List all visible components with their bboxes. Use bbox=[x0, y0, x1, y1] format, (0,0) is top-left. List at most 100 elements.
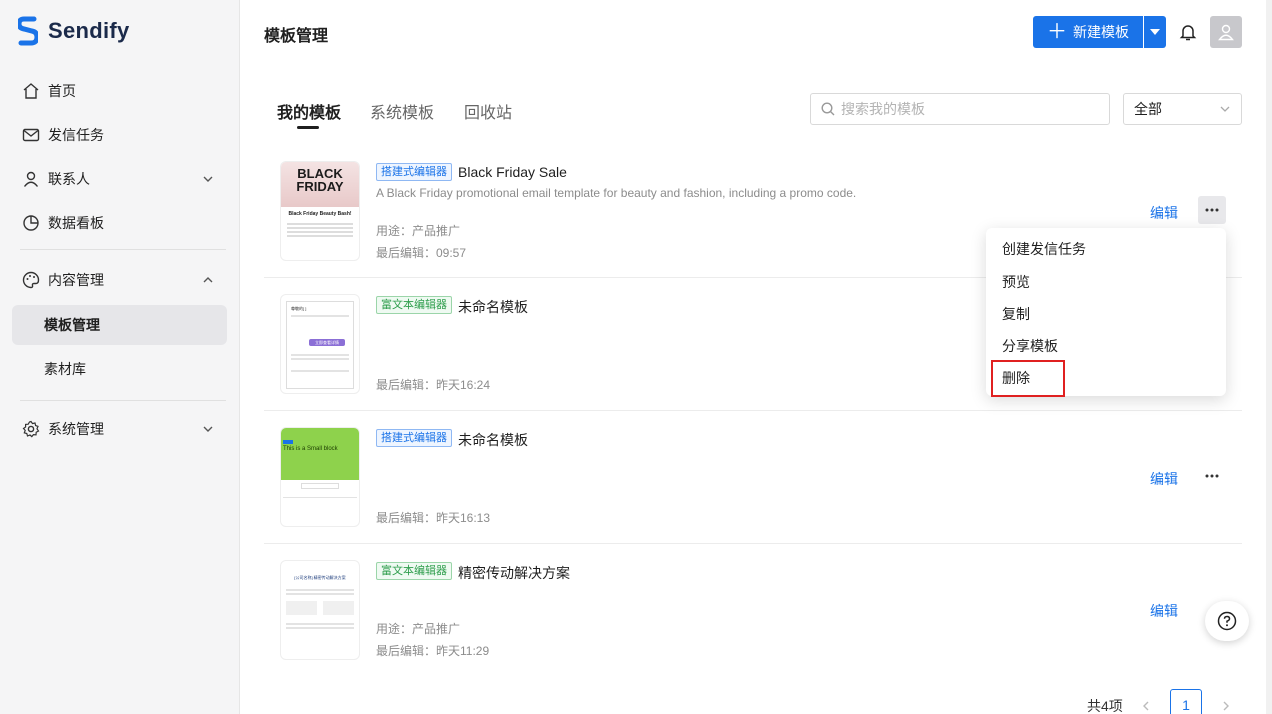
thumb-line bbox=[287, 231, 353, 233]
sidebar-item-system[interactable]: 系统管理 bbox=[12, 409, 227, 449]
menu-item-copy[interactable]: 复制 bbox=[1002, 304, 1030, 324]
template-thumbnail[interactable]: BLACK FRIDAY Black Friday Beauty Bash! bbox=[280, 161, 360, 261]
tab-recycle-bin[interactable]: 回收站 bbox=[464, 99, 512, 123]
sidebar-item-content[interactable]: 内容管理 bbox=[12, 260, 227, 300]
thumb-block bbox=[323, 601, 354, 615]
thumb-button: 立即查看详情 bbox=[309, 339, 345, 346]
thumb-text: Black Friday Beauty Bash! bbox=[288, 211, 352, 217]
chevron-down-icon bbox=[203, 176, 213, 182]
sidebar-item-tasks[interactable]: 发信任务 bbox=[12, 115, 227, 155]
thumb-line bbox=[287, 223, 353, 225]
chevron-down-icon bbox=[1220, 106, 1230, 112]
template-row[interactable]: [公司名称] 精密传动解决方案 富文本编辑器 精密传动解决方案 用途：产品推广 … bbox=[264, 544, 1242, 677]
search-icon bbox=[821, 102, 835, 116]
thumb-line bbox=[286, 589, 354, 591]
editor-badge: 搭建式编辑器 bbox=[376, 163, 452, 181]
plus-icon: ＋ bbox=[1047, 21, 1067, 43]
sidebar-item-home[interactable]: 首页 bbox=[12, 71, 227, 111]
template-name[interactable]: 未命名模板 bbox=[458, 297, 528, 317]
tab-system-templates[interactable]: 系统模板 bbox=[370, 99, 434, 123]
thumb-line bbox=[287, 227, 353, 229]
menu-item-preview[interactable]: 预览 bbox=[1002, 272, 1030, 292]
thumb-line bbox=[291, 370, 349, 372]
template-thumbnail[interactable]: 尊敬的[ ] 立即查看详情 bbox=[280, 294, 360, 394]
template-thumbnail[interactable]: This is a Small block bbox=[280, 427, 360, 527]
sidebar-item-label: 数据看板 bbox=[48, 215, 104, 231]
app-name: Sendify bbox=[48, 18, 130, 43]
thumb-line bbox=[286, 627, 354, 629]
menu-item-share[interactable]: 分享模板 bbox=[1002, 336, 1058, 356]
user-icon bbox=[22, 170, 40, 188]
thumb-block bbox=[283, 440, 293, 444]
sendify-logo-icon bbox=[18, 16, 38, 46]
sidebar-item-assets[interactable]: 素材库 bbox=[12, 349, 227, 389]
new-template-dropdown-button[interactable] bbox=[1144, 16, 1166, 48]
sidebar-divider bbox=[20, 249, 226, 250]
filter-select[interactable]: 全部 bbox=[1123, 93, 1242, 125]
more-icon bbox=[1205, 208, 1219, 212]
new-template-button-label: 新建模板 bbox=[1073, 24, 1129, 40]
edit-link[interactable]: 编辑 bbox=[1150, 203, 1178, 223]
sidebar-item-label: 联系人 bbox=[48, 171, 90, 187]
editor-badge: 富文本编辑器 bbox=[376, 562, 452, 580]
more-icon bbox=[1205, 474, 1219, 478]
chevron-down-icon bbox=[203, 426, 213, 432]
thumb-text: [公司名称] 精密传动解决方案 bbox=[294, 575, 346, 580]
thumb-header: This is a Small block bbox=[281, 428, 359, 480]
user-icon bbox=[1218, 24, 1234, 41]
app-logo[interactable]: Sendify bbox=[18, 16, 130, 46]
question-icon bbox=[1217, 611, 1237, 631]
editor-badge: 富文本编辑器 bbox=[376, 296, 452, 314]
template-name[interactable]: 未命名模板 bbox=[458, 430, 528, 450]
sidebar-item-label: 系统管理 bbox=[48, 421, 104, 437]
sidebar-divider bbox=[20, 400, 226, 401]
bell-icon bbox=[1179, 25, 1197, 41]
highlight-box bbox=[991, 360, 1065, 397]
template-row[interactable]: This is a Small block 搭建式编辑器 未命名模板 最后编辑：… bbox=[264, 411, 1242, 544]
sidebar: Sendify 首页 发信任务 联系人 数据看板 内容管理 模板管理 素材库 系… bbox=[0, 0, 240, 714]
sidebar-item-templates[interactable]: 模板管理 bbox=[12, 305, 227, 345]
chevron-up-icon bbox=[203, 277, 213, 283]
pagination-current-page[interactable]: 1 bbox=[1170, 689, 1202, 714]
search-box[interactable] bbox=[810, 93, 1110, 125]
template-usage: 用途：产品推广 bbox=[376, 224, 461, 238]
pagination-total: 共4项 bbox=[1087, 698, 1123, 714]
chevron-right-icon[interactable] bbox=[1220, 700, 1232, 712]
tab-my-templates[interactable]: 我的模板 bbox=[277, 99, 341, 123]
sidebar-item-dashboard[interactable]: 数据看板 bbox=[12, 203, 227, 243]
sidebar-item-label: 模板管理 bbox=[44, 317, 100, 333]
template-thumbnail[interactable]: [公司名称] 精密传动解决方案 bbox=[280, 560, 360, 660]
search-input[interactable] bbox=[841, 101, 1091, 117]
menu-item-create-task[interactable]: 创建发信任务 bbox=[1002, 239, 1086, 259]
thumb-text: This is a Small block bbox=[283, 446, 338, 452]
user-avatar[interactable] bbox=[1210, 16, 1242, 48]
template-last-edit: 最后编辑：昨天16:24 bbox=[376, 378, 491, 392]
template-last-edit: 最后编辑：昨天11:29 bbox=[376, 644, 490, 658]
sidebar-item-contacts[interactable]: 联系人 bbox=[12, 159, 227, 199]
thumb-line bbox=[291, 358, 349, 360]
more-actions-button[interactable] bbox=[1198, 462, 1226, 490]
sidebar-item-label: 发信任务 bbox=[48, 127, 104, 143]
thumb-text: FRIDAY bbox=[296, 179, 344, 194]
more-actions-button[interactable] bbox=[1198, 196, 1226, 224]
chevron-left-icon[interactable] bbox=[1140, 700, 1152, 712]
thumb-line bbox=[287, 235, 353, 237]
palette-icon bbox=[22, 271, 40, 289]
editor-badge: 搭建式编辑器 bbox=[376, 429, 452, 447]
new-template-button[interactable]: ＋ 新建模板 bbox=[1033, 16, 1143, 48]
edit-link[interactable]: 编辑 bbox=[1150, 469, 1178, 489]
pie-chart-icon bbox=[22, 214, 40, 232]
help-button[interactable] bbox=[1205, 601, 1249, 641]
thumb-body: [公司名称] 精密传动解决方案 bbox=[281, 561, 359, 629]
thumb-columns bbox=[286, 601, 354, 615]
thumb-line bbox=[291, 354, 349, 356]
sidebar-item-label: 首页 bbox=[48, 83, 76, 99]
scrollbar[interactable] bbox=[1266, 0, 1272, 714]
template-name[interactable]: 精密传动解决方案 bbox=[458, 563, 570, 583]
mail-icon bbox=[22, 126, 40, 144]
edit-link[interactable]: 编辑 bbox=[1150, 601, 1178, 621]
thumb-line bbox=[286, 593, 354, 595]
template-name[interactable]: Black Friday Sale bbox=[458, 164, 567, 180]
thumb-body: 尊敬的[ ] 立即查看详情 bbox=[286, 301, 354, 389]
notifications-button[interactable] bbox=[1178, 22, 1198, 42]
